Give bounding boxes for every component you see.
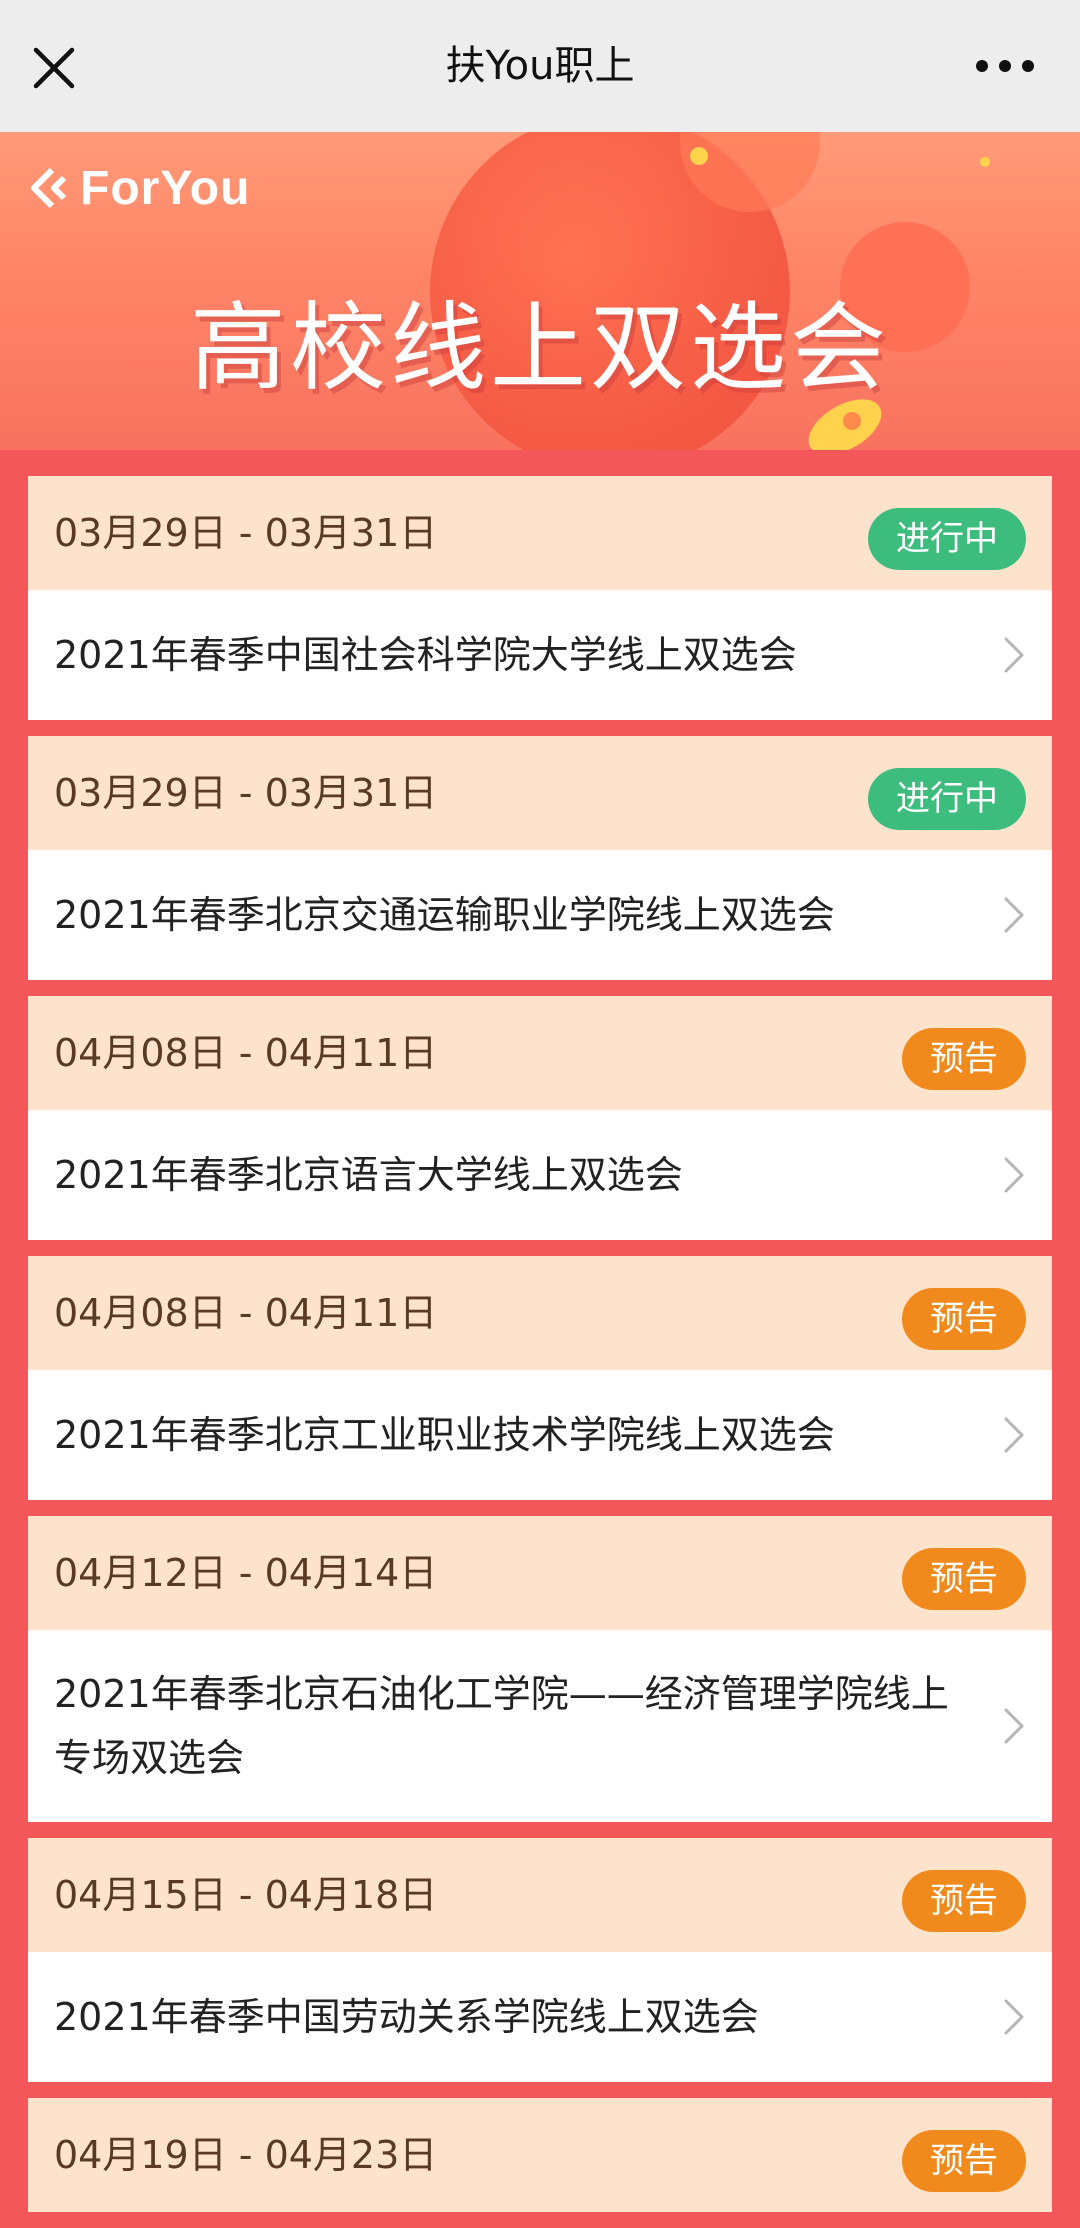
chevron-right-icon <box>1004 1417 1024 1453</box>
event-title: 2021年春季北京工业职业技术学院线上双选会 <box>54 1413 835 1457</box>
logo-text: ForYou <box>80 161 251 215</box>
event-title: 2021年春季北京语言大学线上双选会 <box>54 1153 683 1197</box>
event-card-body: 2021年春季北京语言大学线上双选会 <box>28 1110 1052 1240</box>
status-badge-preview: 预告 <box>902 1548 1026 1610</box>
event-title: 2021年春季中国社会科学院大学线上双选会 <box>54 633 797 677</box>
event-card-body: 2021年春季北京交通运输职业学院线上双选会 <box>28 850 1052 980</box>
chevron-right-icon <box>1004 1999 1024 2035</box>
event-card-body: 2021年春季中国劳动关系学院线上双选会 <box>28 1952 1052 2082</box>
status-badge-preview: 预告 <box>902 1288 1026 1350</box>
event-card[interactable]: 04月08日 - 04月11日 预告 2021年春季北京语言大学线上双选会 <box>28 996 1052 1240</box>
event-date: 03月29日 - 03月31日 <box>54 511 438 555</box>
event-date: 04月08日 - 04月11日 <box>54 1291 438 1335</box>
event-card-header: 04月12日 - 04月14日 预告 <box>28 1516 1052 1630</box>
event-card-body: 2021年春季中国社会科学院大学线上双选会 <box>28 590 1052 720</box>
event-date: 04月08日 - 04月11日 <box>54 1031 438 1075</box>
status-badge-ongoing: 进行中 <box>868 508 1026 570</box>
chevron-right-icon <box>1004 1157 1024 1193</box>
event-card-header: 04月08日 - 04月11日 预告 <box>28 1256 1052 1370</box>
event-card-header: 04月15日 - 04月18日 预告 <box>28 1838 1052 1952</box>
more-dots-icon[interactable] <box>970 46 1040 86</box>
chevron-right-icon <box>1004 637 1024 673</box>
event-date: 04月15日 - 04月18日 <box>54 1873 438 1917</box>
banner-deco-circle <box>690 147 708 165</box>
event-card[interactable]: 04月19日 - 04月23日 预告 <box>28 2098 1052 2212</box>
event-date: 04月12日 - 04月14日 <box>54 1551 438 1595</box>
event-card[interactable]: 04月08日 - 04月11日 预告 2021年春季北京工业职业技术学院线上双选会 <box>28 1256 1052 1500</box>
event-list: 03月29日 - 03月31日 进行中 2021年春季中国社会科学院大学线上双选会 0… <box>28 476 1052 2228</box>
status-badge-ongoing: 进行中 <box>868 768 1026 830</box>
status-badge-preview: 预告 <box>902 1870 1026 1932</box>
event-date: 04月19日 - 04月23日 <box>54 2133 438 2177</box>
event-card-header: 04月19日 - 04月23日 预告 <box>28 2098 1052 2212</box>
event-card[interactable]: 04月12日 - 04月14日 预告 2021年春季北京石油化工学院——经济管理学院… <box>28 1516 1052 1822</box>
banner-deco-circle <box>980 157 990 167</box>
event-card[interactable]: 03月29日 - 03月31日 进行中 2021年春季中国社会科学院大学线上双选会 <box>28 476 1052 720</box>
top-bar: 扶You职上 <box>0 0 1080 132</box>
event-card-header: 03月29日 - 03月31日 进行中 <box>28 736 1052 850</box>
banner: ForYou 高校线上双选会 <box>0 132 1080 450</box>
foryou-logo: ForYou <box>24 158 250 218</box>
chevron-right-icon <box>1004 1708 1024 1744</box>
status-badge-preview: 预告 <box>902 2130 1026 2192</box>
event-card[interactable]: 04月15日 - 04月18日 预告 2021年春季中国劳动关系学院线上双选会 <box>28 1838 1052 2082</box>
status-badge-preview: 预告 <box>902 1028 1026 1090</box>
event-card[interactable]: 03月29日 - 03月31日 进行中 2021年春季北京交通运输职业学院线上双选会 <box>28 736 1052 980</box>
event-date: 03月29日 - 03月31日 <box>54 771 438 815</box>
event-title: 2021年春季中国劳动关系学院线上双选会 <box>54 1995 759 2039</box>
banner-title: 高校线上双选会 <box>190 292 890 404</box>
event-card-body: 2021年春季北京石油化工学院——经济管理学院线上专场双选会 <box>28 1630 1052 1822</box>
foryou-logo-icon <box>31 167 67 209</box>
event-title: 2021年春季北京石油化工学院——经济管理学院线上专场双选会 <box>54 1672 949 1780</box>
page-title: 扶You职上 <box>445 43 635 89</box>
event-card-header: 04月08日 - 04月11日 预告 <box>28 996 1052 1110</box>
chevron-right-icon <box>1004 897 1024 933</box>
event-title: 2021年春季北京交通运输职业学院线上双选会 <box>54 893 835 937</box>
event-card-body: 2021年春季北京工业职业技术学院线上双选会 <box>28 1370 1052 1500</box>
event-card-header: 03月29日 - 03月31日 进行中 <box>28 476 1052 590</box>
